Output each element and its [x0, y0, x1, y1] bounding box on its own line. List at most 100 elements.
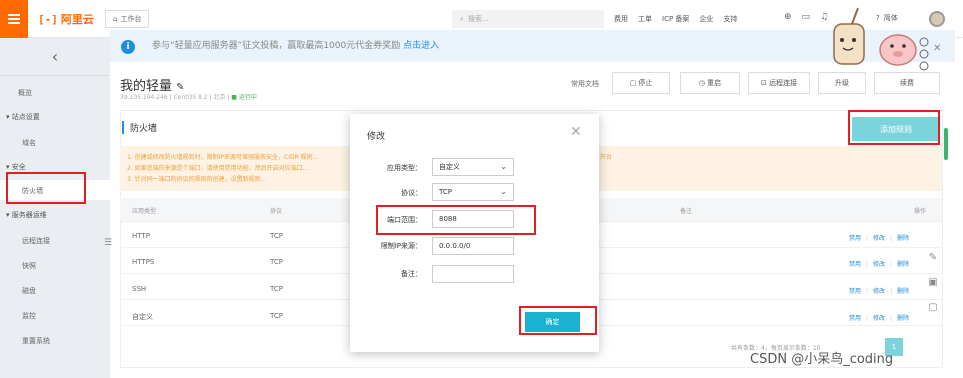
- restart-label: 重启: [707, 79, 722, 87]
- sidebar-group-site[interactable]: ▾ 站点设置: [6, 112, 40, 122]
- sidebar-item-snapshot[interactable]: 快照: [22, 261, 36, 271]
- edit-link[interactable]: 修改: [873, 235, 885, 242]
- sidebar-item-monitor[interactable]: 监控: [22, 311, 36, 321]
- protocol-value: TCP: [439, 188, 452, 196]
- logo-text: 阿里云: [60, 13, 94, 26]
- cell-proto: TCP: [270, 312, 283, 320]
- modal-title: 修改: [367, 132, 386, 142]
- row-actions: 禁用 | 修改 | 删除: [849, 288, 910, 295]
- notice-message: 参与“轻量应用服务器”征文投稿，赢取最高1000元代金券奖励: [152, 41, 401, 51]
- cell-app: HTTP: [132, 232, 150, 240]
- stop-icon: ▢: [629, 79, 637, 87]
- warning-tail: 开台: [600, 154, 613, 161]
- notice-link[interactable]: 点击进入: [403, 41, 439, 51]
- edit-link[interactable]: 修改: [873, 288, 885, 295]
- disable-link[interactable]: 禁用: [849, 315, 861, 322]
- sidebar-item-domain[interactable]: 域名: [22, 138, 36, 148]
- sidebar-group-site-label: 站点设置: [11, 113, 40, 121]
- sidebar: ‹ 概览 ▾ 站点设置 域名 ▾ 安全 防火墙 ▾ 服务器运维 远程连接 快照 …: [0, 38, 110, 378]
- status-text: 运行中: [238, 94, 257, 101]
- docs-link[interactable]: 常用文档: [571, 79, 599, 89]
- side-toolbar: ✎ ▣ ▢: [922, 252, 944, 313]
- sidebar-group-security[interactable]: ▾ 安全: [6, 162, 26, 172]
- disable-link[interactable]: 禁用: [849, 261, 861, 268]
- protocol-select[interactable]: TCP ⌄: [432, 183, 514, 201]
- sidebar-group-ops-label: 服务器运维: [11, 211, 47, 219]
- app-type-value: 自定义: [439, 163, 460, 171]
- menu-button[interactable]: [0, 0, 28, 38]
- disable-link[interactable]: 禁用: [849, 235, 861, 242]
- sidebar-item-reset[interactable]: 重置系统: [22, 336, 50, 346]
- warning-line-2: 2. 如果您端的来源是个端口，请使用禁用功能，然后开启对应端口…: [127, 165, 309, 172]
- logo-mark-icon: [-]: [38, 12, 58, 26]
- sidebar-group-ops[interactable]: ▾ 服务器运维: [6, 210, 47, 220]
- nav-enterprise[interactable]: 企业: [699, 14, 713, 24]
- aliyun-logo[interactable]: [-] 阿里云: [38, 11, 94, 27]
- remote-connect-button[interactable]: ⊡ 远程连接: [748, 72, 810, 94]
- app-type-select[interactable]: 自定义 ⌄: [432, 158, 514, 176]
- edit-link[interactable]: 修改: [873, 261, 885, 268]
- search-input[interactable]: ⌕ 搜索...: [452, 10, 604, 28]
- instance-info: 39.105.194.246 | CentOS 8.2 | 北京 | ■ 运行中: [120, 94, 257, 101]
- message-icon[interactable]: ▭: [802, 12, 811, 22]
- highlight-port-box: [376, 205, 536, 235]
- highlight-firewall-box: [6, 172, 86, 204]
- sidebar-item-overview[interactable]: 概览: [18, 88, 32, 98]
- sidebar-item-remote[interactable]: 远程连接: [22, 236, 50, 246]
- instance-os: CentOS 8.2: [173, 94, 208, 101]
- cell-app: 自定义: [132, 313, 153, 321]
- column-actions: 操作: [914, 208, 927, 215]
- highlight-add-rule-box: [848, 110, 940, 145]
- chat-icon[interactable]: ▢: [928, 302, 937, 313]
- cell-proto: TCP: [270, 232, 283, 240]
- highlight-confirm-box: [519, 306, 597, 335]
- cell-proto: TCP: [270, 285, 283, 293]
- restart-button[interactable]: ◷ 重启: [680, 72, 740, 94]
- hamburger-icon: [8, 18, 20, 20]
- nav-fees[interactable]: 费用: [614, 14, 628, 24]
- nav-support[interactable]: 支持: [723, 14, 737, 24]
- drag-handle-icon[interactable]: ☰: [104, 238, 112, 248]
- row-actions: 禁用 | 修改 | 删除: [849, 315, 910, 322]
- remark-input[interactable]: [432, 265, 514, 283]
- status-badge: ■ 运行中: [231, 94, 257, 101]
- instance-ip: 39.105.194.246: [120, 94, 168, 101]
- firewall-title: 防火墙: [122, 121, 157, 134]
- remote-icon: ⊡: [760, 79, 767, 87]
- nav-tickets[interactable]: 工单: [638, 14, 652, 24]
- row-actions: 禁用 | 修改 | 删除: [849, 235, 910, 242]
- cell-app: HTTPS: [132, 258, 155, 266]
- workbench-button[interactable]: ⌂ 工作台: [105, 10, 150, 28]
- stop-button[interactable]: ▢ 停止: [612, 72, 670, 94]
- close-icon[interactable]: ✕: [933, 43, 941, 54]
- watermark-text: CSDN @小呆鸟_coding: [750, 352, 894, 367]
- disable-link[interactable]: 禁用: [849, 288, 861, 295]
- top-nav: 费用 工单 ICP 备案 企业 支持: [614, 14, 737, 24]
- new-feature-icon[interactable]: ▣: [928, 277, 937, 288]
- label-remark: 备注：: [401, 270, 422, 278]
- scroll-indicator[interactable]: [944, 128, 948, 160]
- info-icon: i: [121, 40, 135, 54]
- sticker-image: [833, 7, 929, 71]
- sidebar-group-security-label: 安全: [11, 163, 26, 171]
- delete-link[interactable]: 删除: [897, 315, 909, 322]
- app-icon[interactable]: ⊕: [784, 12, 792, 22]
- delete-link[interactable]: 删除: [897, 288, 909, 295]
- workbench-label: 工作台: [120, 15, 142, 23]
- row-actions: 禁用 | 修改 | 删除: [849, 261, 910, 268]
- sidebar-item-disk[interactable]: 磁盘: [22, 286, 36, 296]
- delete-link[interactable]: 删除: [897, 235, 909, 242]
- close-icon[interactable]: ✕: [570, 124, 582, 140]
- label-protocol: 协议：: [401, 189, 422, 197]
- edit-icon[interactable]: ✎: [929, 252, 937, 263]
- search-icon: ⌕: [460, 14, 464, 23]
- chevron-down-icon: ⌄: [500, 162, 507, 171]
- chevron-left-icon[interactable]: ‹: [0, 38, 110, 76]
- home-icon: ⌂: [113, 15, 118, 23]
- delete-link[interactable]: 删除: [897, 261, 909, 268]
- source-ip-input[interactable]: [432, 237, 514, 255]
- stop-label: 停止: [638, 79, 653, 87]
- nav-icp[interactable]: ICP 备案: [662, 14, 689, 24]
- search-placeholder: 搜索...: [467, 15, 489, 23]
- edit-link[interactable]: 修改: [873, 315, 885, 322]
